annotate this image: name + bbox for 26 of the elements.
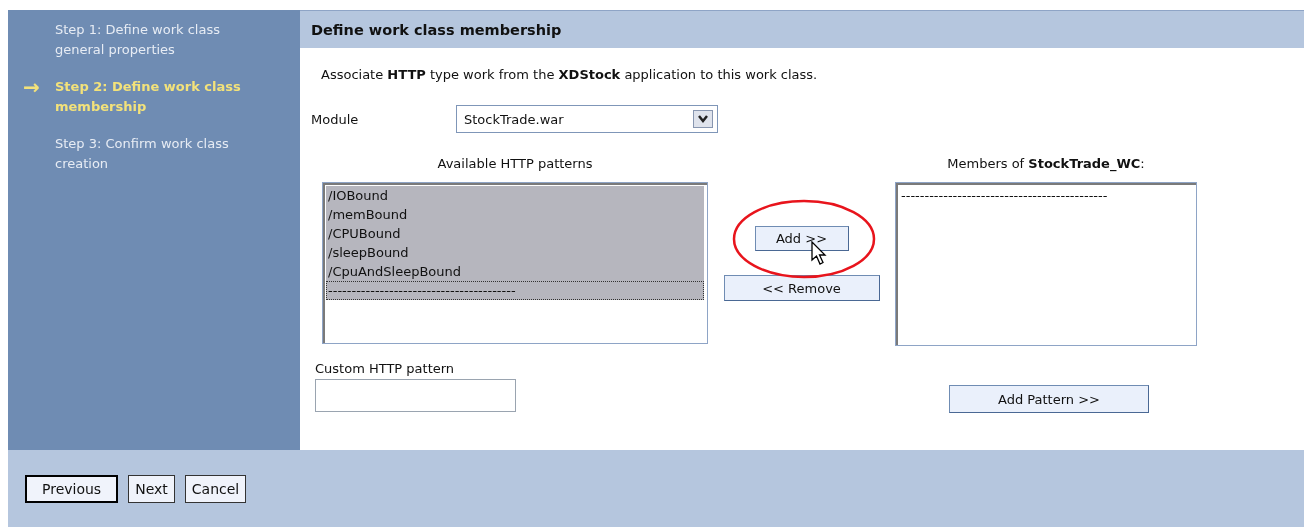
list-heading: Available HTTP patterns xyxy=(436,156,594,173)
add-pattern-button[interactable]: Add Pattern >> xyxy=(949,385,1149,413)
remove-button[interactable]: << Remove xyxy=(723,275,880,301)
list-heading: Members of StockTrade_WC: xyxy=(946,156,1146,174)
intro-text: Associate HTTP type work from the XDStock application to this work class. xyxy=(321,67,819,82)
list-option[interactable]: /CPUBound xyxy=(326,224,704,243)
members-list[interactable]: -------------------------------------------- xyxy=(895,182,1197,346)
current-step-arrow: → xyxy=(23,77,40,101)
wizard-button[interactable]: Previous xyxy=(25,474,119,503)
list-option[interactable]: /memBound xyxy=(326,205,704,224)
list-option[interactable]: /sleepBound xyxy=(326,243,704,262)
field-label: Custom HTTP pattern xyxy=(315,361,456,376)
list-option[interactable]: -------------------------------------------- xyxy=(899,186,1193,205)
module-select[interactable]: StockTrade.war xyxy=(456,105,718,133)
list-option[interactable]: ---------------------------------------- xyxy=(326,281,704,300)
wizard-button[interactable]: Next xyxy=(128,474,175,503)
list-option[interactable]: /IOBound xyxy=(326,186,704,205)
wizard-button[interactable]: Cancel xyxy=(184,474,247,503)
panel-title: Define work class membership xyxy=(311,21,562,38)
field-label: Module xyxy=(311,111,360,127)
list-option[interactable]: /CpuAndSleepBound xyxy=(326,262,704,281)
mouse-pointer-icon xyxy=(810,241,827,267)
add-button[interactable]: Add >> xyxy=(754,226,849,251)
custom-pattern-field[interactable] xyxy=(315,379,516,412)
dropdown-icon[interactable] xyxy=(693,110,713,128)
available-patterns-list[interactable]: /IOBound /memBound /CPUBound /sleepBound /CpuAndSleepBound ---------------------------------------- xyxy=(322,182,708,344)
